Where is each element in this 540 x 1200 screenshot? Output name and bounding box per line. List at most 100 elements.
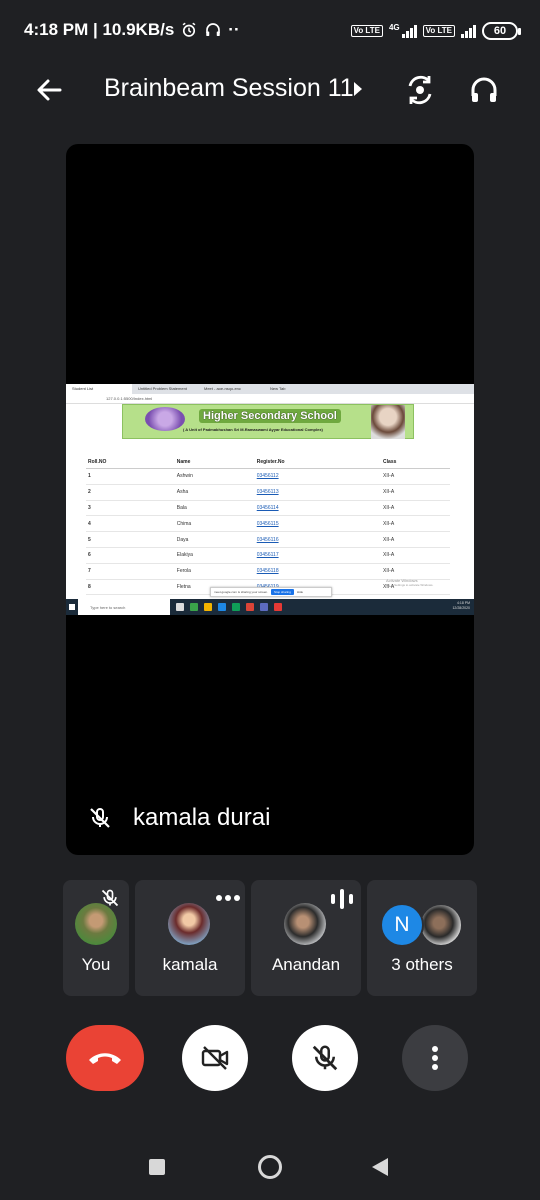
main-video-tile[interactable]: Student List Untitled Problem Statement … [66, 144, 474, 855]
headphones-status-icon [206, 23, 221, 36]
table-cell: XII-A [381, 515, 450, 533]
table-row: 4 Chima 03456115 XII-A [86, 515, 450, 533]
home-nav-button[interactable] [258, 1155, 282, 1179]
browser-tab: Untitled Problem Statement [138, 386, 187, 391]
mic-off-icon [312, 1045, 338, 1071]
status-dots: ·· [228, 20, 240, 39]
more-options-button[interactable] [402, 1025, 468, 1091]
table-cell: 03456117 [254, 547, 382, 564]
shared-screen: Student List Untitled Problem Statement … [66, 384, 474, 615]
table-cell: 4 [86, 515, 175, 533]
table-row: 6 Elakiya 03456117 XII-A [86, 547, 450, 564]
volte-badge-2: Vo LTE [422, 25, 455, 37]
taskbar-app-icon [260, 603, 268, 611]
table-cell: 1 [86, 468, 175, 485]
participant-tile-you[interactable]: You [63, 880, 129, 996]
status-right: Vo LTE 4G Vo LTE 60 [350, 22, 521, 40]
taskbar-app-icon [190, 603, 198, 611]
participant-name: 3 others [391, 955, 453, 974]
back-button[interactable] [30, 74, 70, 106]
recents-nav-button[interactable] [149, 1159, 165, 1175]
browser-tab: Student List [66, 384, 132, 394]
table-cell: Ashwin [174, 468, 255, 485]
activate-windows-watermark: Activate Windows Go to Settings to activ… [386, 578, 433, 588]
back-nav-button[interactable] [372, 1158, 388, 1176]
activate-subtitle: Go to Settings to activate Windows. [386, 583, 434, 587]
browser-tab: New Tab [270, 386, 286, 391]
windows-taskbar: Type here to search 4:18 PM 12/28/2020 [66, 599, 474, 615]
table-header: Class [381, 456, 450, 469]
screen-share-bar: meet.google.com is sharing your screen. … [210, 587, 332, 597]
participant-name: Anandan [271, 955, 341, 974]
avatar-initial-letter: N [394, 913, 410, 936]
table-row: 7 Ferola 03456118 XII-A [86, 563, 450, 580]
avatar [75, 903, 117, 945]
participant-name: kamala [162, 955, 218, 974]
camera-toggle-button[interactable] [182, 1025, 248, 1091]
taskbar-clock: 4:18 PM 12/28/2020 [452, 601, 470, 611]
table-cell: Daya [174, 531, 255, 548]
founder-photo [371, 405, 405, 439]
volte-badge-1: Vo LTE [350, 25, 383, 37]
stop-sharing-button: Stop sharing [271, 589, 294, 595]
switch-camera-icon [408, 75, 432, 105]
table-cell: 03456118 [254, 563, 382, 580]
taskbar-app-icon [274, 603, 282, 611]
table-cell: XII-A [381, 484, 450, 501]
status-left: 4:18 PM | 10.9KB/s ·· [24, 20, 240, 40]
presenter-name: kamala durai [133, 804, 271, 831]
avatar [419, 903, 463, 947]
taskbar-app-icon [204, 603, 212, 611]
meeting-header: Brainbeam Session 11 [0, 62, 540, 118]
banner-title: Higher Secondary School [199, 409, 341, 423]
table-cell: 03456115 [254, 515, 382, 533]
battery-level: 60 [493, 25, 507, 37]
student-table: Roll.NO Name Register.No Class 1 Ashwin 03… [86, 456, 450, 596]
table-cell: 7 [86, 563, 175, 580]
table-cell: Asha [174, 484, 255, 501]
audio-output-button[interactable] [466, 72, 502, 108]
browser-tab: Meet - aoe-nsqo-enc [204, 386, 241, 391]
participant-tile-anandan[interactable]: Anandan [251, 880, 361, 996]
network-type: 4G [388, 22, 400, 32]
table-cell: 2 [86, 484, 175, 501]
status-bar: 4:18 PM | 10.9KB/s ·· Vo LTE 4G Vo LTE 6… [0, 0, 540, 62]
status-time-speed: 4:18 PM | 10.9KB/s [24, 20, 175, 39]
meeting-title[interactable]: Brainbeam Session 11 [104, 74, 354, 103]
table-header-row: Roll.NO Name Register.No Class [86, 456, 450, 469]
participant-name: You [81, 955, 111, 974]
table-row: 3 Bala 03456114 XII-A [86, 500, 450, 517]
taskbar-app-icon [218, 603, 226, 611]
browser-tabs: Student List Untitled Problem Statement … [66, 384, 474, 394]
school-logo [145, 407, 185, 431]
switch-camera-button[interactable] [402, 72, 438, 108]
share-bar-text: meet.google.com is sharing your screen. [214, 590, 269, 594]
table-cell: 03456114 [254, 500, 382, 517]
microphone-toggle-button[interactable] [292, 1025, 358, 1091]
table-cell: Elakiya [174, 547, 255, 564]
end-call-button[interactable] [66, 1025, 144, 1091]
mic-off-icon [90, 808, 110, 828]
participant-tile-kamala[interactable]: kamala [135, 880, 245, 996]
school-banner: Higher Secondary School ( A Unit of Padm… [122, 404, 414, 439]
table-row: 2 Asha 03456113 XII-A [86, 484, 450, 501]
camera-off-icon [201, 1046, 229, 1070]
table-cell: 6 [86, 547, 175, 564]
arrow-left-icon [37, 79, 62, 101]
alarm-icon [182, 22, 196, 37]
banner-subtitle: ( A Unit of Padmabhushan Sri M.Ramaswami… [183, 427, 323, 432]
caret-right-icon[interactable] [354, 82, 362, 96]
taskbar-app-icon [246, 603, 254, 611]
table-cell: XII-A [381, 500, 450, 517]
table-cell: XII-A [381, 531, 450, 548]
table-cell: XII-A [381, 468, 450, 485]
participant-tile-others[interactable]: N 3 others [367, 880, 477, 996]
table-row: 5 Daya 03456116 XII-A [86, 531, 450, 548]
avatar [284, 903, 326, 945]
phone-hangup-icon [89, 1053, 121, 1064]
table-cell: 03456116 [254, 531, 382, 548]
headphones-icon [471, 77, 497, 102]
table-cell: XII-A [381, 563, 450, 580]
taskbar-app-icon [176, 603, 184, 611]
table-cell: 3 [86, 500, 175, 517]
